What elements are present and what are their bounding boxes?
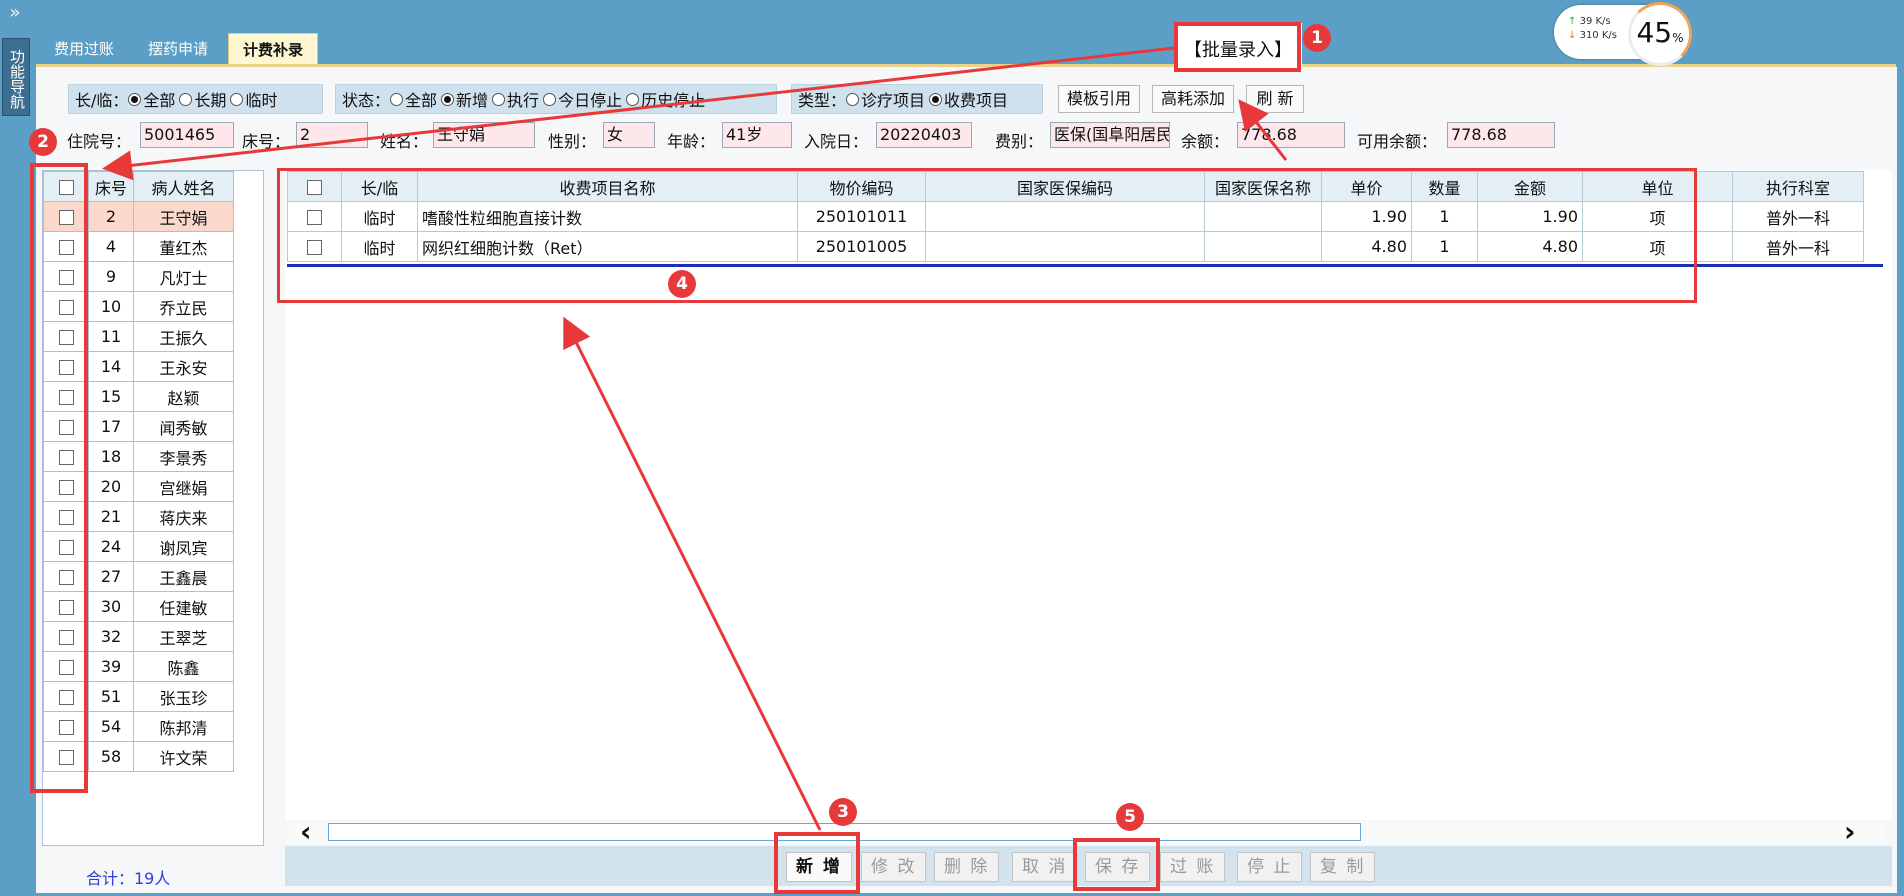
badge-1: 1 — [1303, 24, 1331, 52]
annotation-arrows — [102, 46, 1288, 831]
arrow-to-items — [563, 316, 822, 831]
badge-3: 3 — [829, 798, 857, 826]
arrow-to-patients — [102, 46, 1175, 181]
badge-4: 4 — [668, 270, 696, 298]
arrow-to-high-cost — [1238, 99, 1288, 161]
badge-2: 2 — [29, 128, 57, 156]
badge-5: 5 — [1116, 803, 1144, 831]
